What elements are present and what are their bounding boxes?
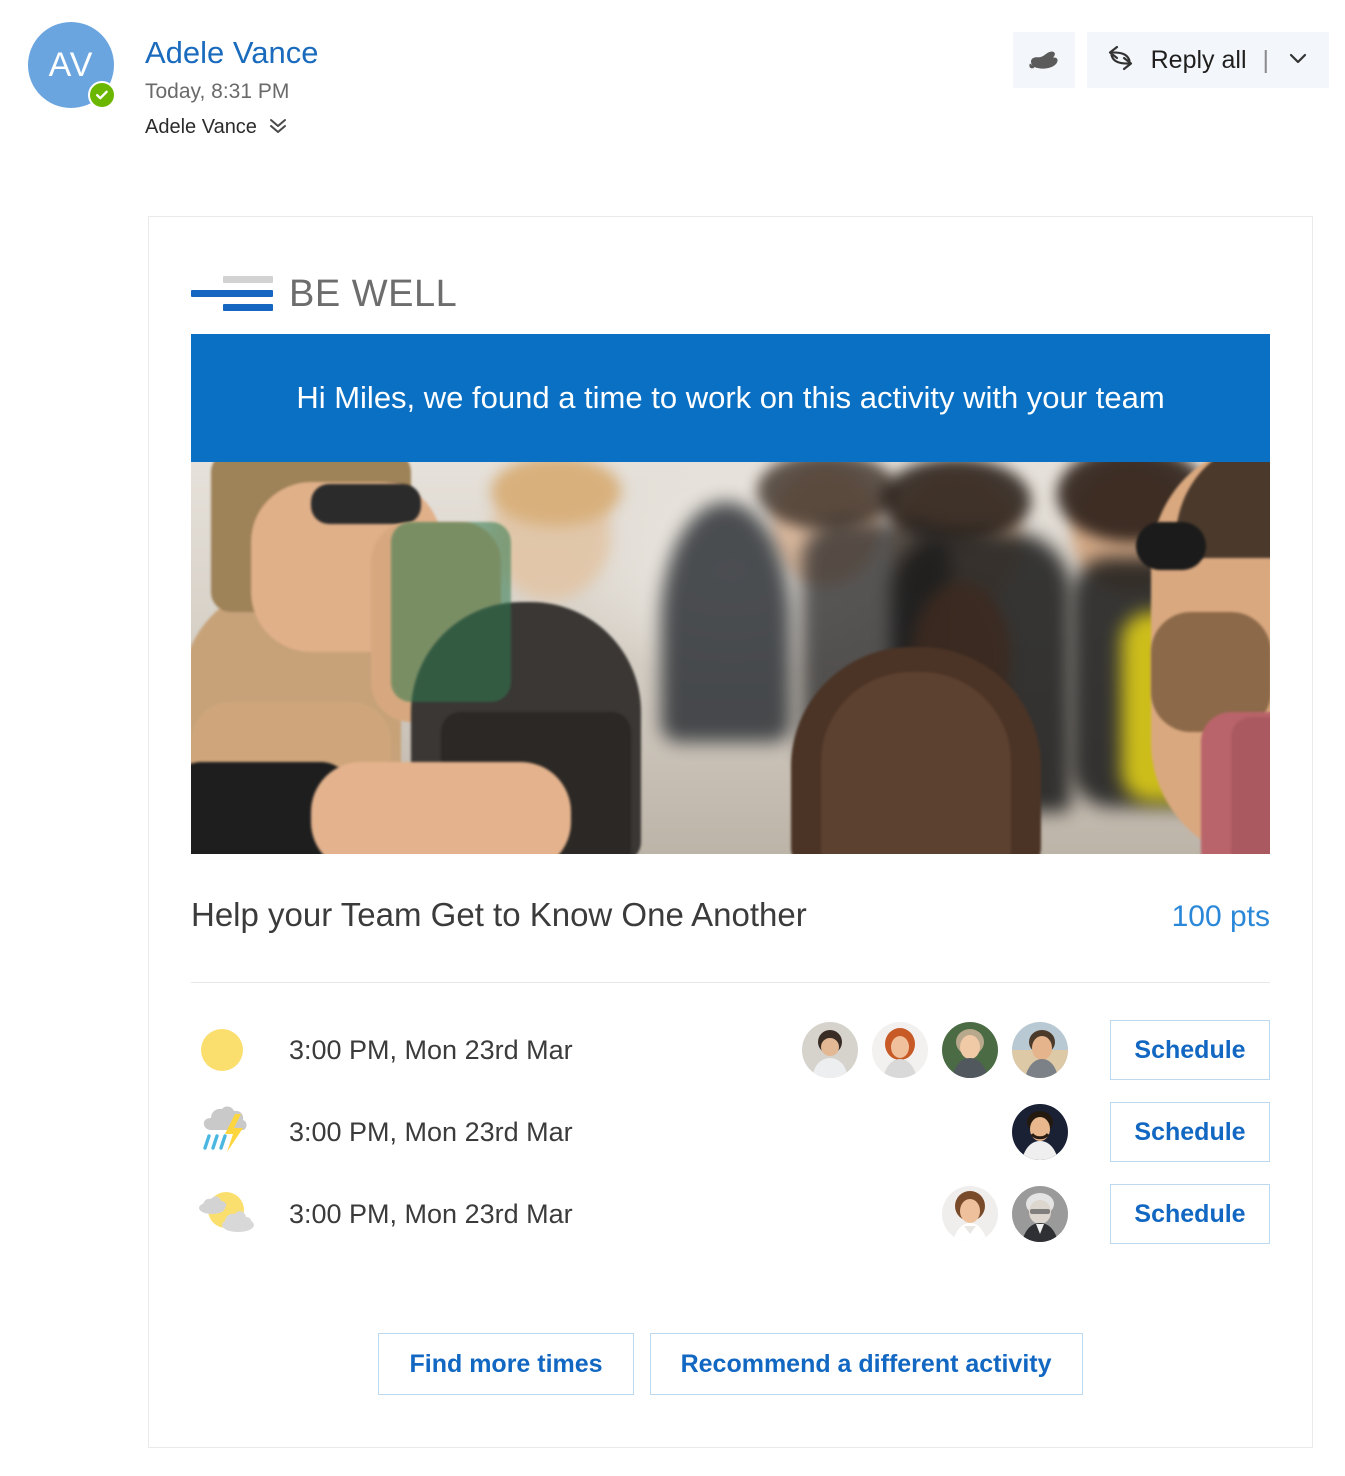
points-badge: 100 pts <box>1171 900 1270 933</box>
sunny-icon <box>191 1024 289 1076</box>
slot-time: 3:00 PM, Mon 23rd Mar <box>289 1116 573 1147</box>
recipient-name: Adele Vance <box>145 116 257 139</box>
slot-time: 3:00 PM, Mon 23rd Mar <box>289 1198 573 1229</box>
message-header: AV Adele Vance Today, 8:31 PM Adele Vanc… <box>0 0 1345 175</box>
reply-controls: Reply all | <box>1012 32 1329 88</box>
reply-all-icon <box>1105 43 1137 78</box>
slot-time: 3:00 PM, Mon 23rd Mar <box>289 1034 573 1065</box>
reply-all-button[interactable]: Reply all | <box>1086 32 1329 88</box>
avatar[interactable] <box>942 1186 998 1242</box>
sender-name[interactable]: Adele Vance <box>145 35 319 70</box>
partly-cloudy-icon <box>191 1188 289 1240</box>
time-slot-list: 3:00 PM, Mon 23rd Mar Schedule 3:00 PM, … <box>191 983 1270 1255</box>
group-of-people-huddling-photo <box>191 462 1270 854</box>
schedule-button[interactable]: Schedule <box>1110 1184 1270 1244</box>
sender-info: Adele Vance Today, 8:31 PM Adele Vance <box>145 35 319 141</box>
find-more-times-button[interactable]: Find more times <box>378 1333 634 1395</box>
avatar[interactable] <box>802 1022 858 1078</box>
schedule-button[interactable]: Schedule <box>1110 1020 1270 1080</box>
avatar[interactable] <box>1012 1022 1068 1078</box>
attendee-avatars <box>1012 1104 1068 1160</box>
activity-title: Help your Team Get to Know One Another <box>191 896 807 933</box>
logo-text: BE WELL <box>289 273 458 315</box>
avatar[interactable] <box>942 1022 998 1078</box>
table-row: 3:00 PM, Mon 23rd Mar Schedule <box>191 1173 1270 1255</box>
greeting-banner: Hi Miles, we found a time to work on thi… <box>191 334 1270 462</box>
recipient-row[interactable]: Adele Vance <box>145 114 319 141</box>
chevron-down-icon[interactable] <box>1285 47 1311 74</box>
message-timestamp: Today, 8:31 PM <box>145 80 290 104</box>
table-row: 3:00 PM, Mon 23rd Mar Schedule <box>191 1091 1270 1173</box>
schedule-button[interactable]: Schedule <box>1110 1102 1270 1162</box>
avatar[interactable] <box>1012 1104 1068 1160</box>
thumbs-up-icon[interactable] <box>1012 32 1075 88</box>
banner-text: Hi Miles, we found a time to work on thi… <box>296 380 1165 415</box>
email-body-card: BE WELL Hi Miles, we found a time to wor… <box>148 216 1313 1448</box>
be-well-bars-logo <box>191 274 273 316</box>
activity-title-row: Help your Team Get to Know One Another 1… <box>191 854 1270 934</box>
avatar[interactable]: AV <box>28 22 116 109</box>
chevron-double-down-icon[interactable] <box>267 114 289 141</box>
reply-all-label: Reply all <box>1150 45 1247 74</box>
attendee-avatars <box>802 1022 1068 1078</box>
card-actions: Find more times Recommend a different ac… <box>191 1255 1270 1395</box>
available-check-icon <box>88 81 116 109</box>
thunderstorm-icon <box>191 1106 289 1158</box>
recommend-activity-button[interactable]: Recommend a different activity <box>649 1333 1083 1395</box>
avatar[interactable] <box>872 1022 928 1078</box>
attendee-avatars <box>942 1186 1068 1242</box>
be-well-logo: BE WELL <box>191 217 1270 316</box>
table-row: 3:00 PM, Mon 23rd Mar Schedule <box>191 1009 1270 1091</box>
reply-separator: | <box>1262 45 1270 74</box>
avatar[interactable] <box>1012 1186 1068 1242</box>
